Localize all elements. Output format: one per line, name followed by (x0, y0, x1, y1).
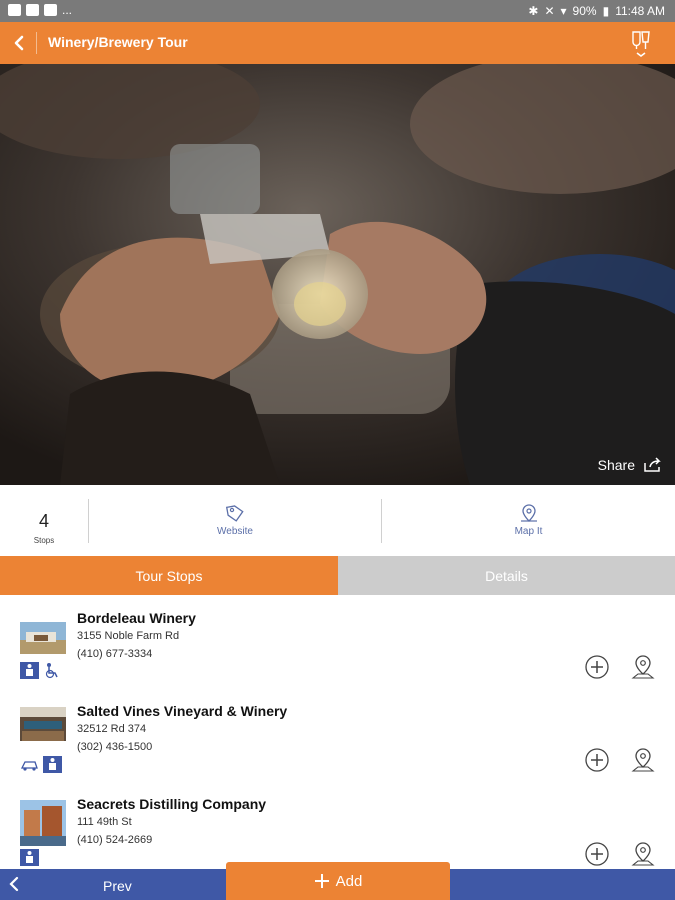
mute-icon: ✕ (544, 4, 555, 18)
battery-level: 90% (572, 4, 597, 18)
stop-address: 3155 Noble Farm Rd (77, 630, 180, 642)
tab-bar: Tour Stops Details (0, 556, 675, 595)
status-bar: ... ✱ ✕ ▾ 90% ▮ 11:48 AM (0, 0, 675, 22)
website-tag-icon (225, 505, 244, 522)
amenity-icons (20, 849, 39, 866)
prev-button[interactable]: Prev (0, 869, 226, 900)
stop-address: 111 49th St (77, 816, 132, 828)
chevron-left-icon (9, 876, 19, 892)
stop-name: Bordeleau Winery (77, 610, 196, 626)
tour-type-menu-button[interactable] (629, 28, 653, 60)
prev-label: Prev (103, 878, 132, 894)
clock: 11:48 AM (615, 4, 665, 18)
add-label: Add (335, 872, 363, 890)
share-label: Share (597, 457, 635, 473)
stop-thumbnail (20, 622, 66, 654)
accessible-icon (43, 662, 62, 679)
restroom-icon (20, 662, 39, 679)
wifi-icon: ▾ (560, 4, 567, 18)
restroom-icon (20, 849, 39, 866)
stop-phone[interactable]: (410) 677-3334 (77, 648, 152, 660)
mail-notification-icon (26, 4, 39, 16)
stop-phone[interactable]: (302) 436-1500 (77, 741, 152, 753)
list-item[interactable]: Salted Vines Vineyard & Winery 32512 Rd … (0, 689, 675, 783)
stops-count: 4 (38, 511, 49, 531)
plus-icon (314, 874, 329, 888)
tab-tour-stops[interactable]: Tour Stops (0, 556, 338, 595)
amenity-icons (20, 756, 62, 773)
stop-phone[interactable]: (410) 524-2669 (77, 834, 152, 846)
page-title: Winery/Brewery Tour (48, 34, 188, 50)
list-item[interactable]: Bordeleau Winery 3155 Noble Farm Rd (410… (0, 596, 675, 690)
stop-name: Seacrets Distilling Company (77, 796, 267, 812)
website-button[interactable]: Website (89, 485, 381, 556)
map-it-button[interactable]: Map It (382, 485, 675, 556)
stop-thumbnail (20, 800, 66, 846)
add-circle-icon[interactable] (585, 748, 609, 772)
chevron-left-icon (14, 35, 24, 51)
stops-counter: 4 Stops (0, 485, 88, 556)
stops-label: Stops (33, 536, 55, 545)
add-button[interactable]: Add (226, 862, 450, 900)
bluetooth-icon: ✱ (528, 4, 539, 18)
battery-icon: ▮ (602, 4, 610, 18)
hero-image: Share (0, 64, 675, 485)
flipboard-notification-icon (44, 4, 57, 16)
tour-info-row: 4 Stops Website Map It (0, 485, 675, 556)
photo-notification-icon (8, 4, 21, 16)
stop-address: 32512 Rd 374 (77, 723, 147, 735)
website-label: Website (217, 526, 253, 537)
restroom-icon (43, 756, 62, 773)
amenity-icons (20, 662, 62, 679)
more-notifications: ... (62, 3, 73, 17)
map-pin-icon[interactable] (631, 654, 655, 680)
map-pin-icon (520, 504, 537, 522)
app-bar-divider (36, 32, 37, 54)
map-pin-icon[interactable] (631, 841, 655, 867)
add-circle-icon[interactable] (585, 655, 609, 679)
tour-drinks-icon (632, 31, 650, 57)
map-it-label: Map It (514, 526, 543, 537)
app-bar: Winery/Brewery Tour (0, 22, 675, 64)
wine-tasting-photo (0, 64, 675, 485)
map-pin-icon[interactable] (631, 747, 655, 773)
back-button[interactable] (6, 30, 32, 56)
stop-name: Salted Vines Vineyard & Winery (77, 703, 288, 719)
notification-icons: ... (8, 3, 72, 17)
stop-thumbnail (20, 707, 66, 741)
add-circle-icon[interactable] (585, 842, 609, 866)
share-icon (644, 457, 661, 472)
bus-parking-icon (20, 756, 39, 773)
system-icons: ✱ ✕ ▾ 90% ▮ 11:48 AM (528, 4, 665, 18)
share-button[interactable]: Share (598, 457, 663, 473)
tab-details[interactable]: Details (338, 556, 675, 595)
list-item[interactable]: Seacrets Distilling Company 111 49th St … (0, 782, 675, 869)
